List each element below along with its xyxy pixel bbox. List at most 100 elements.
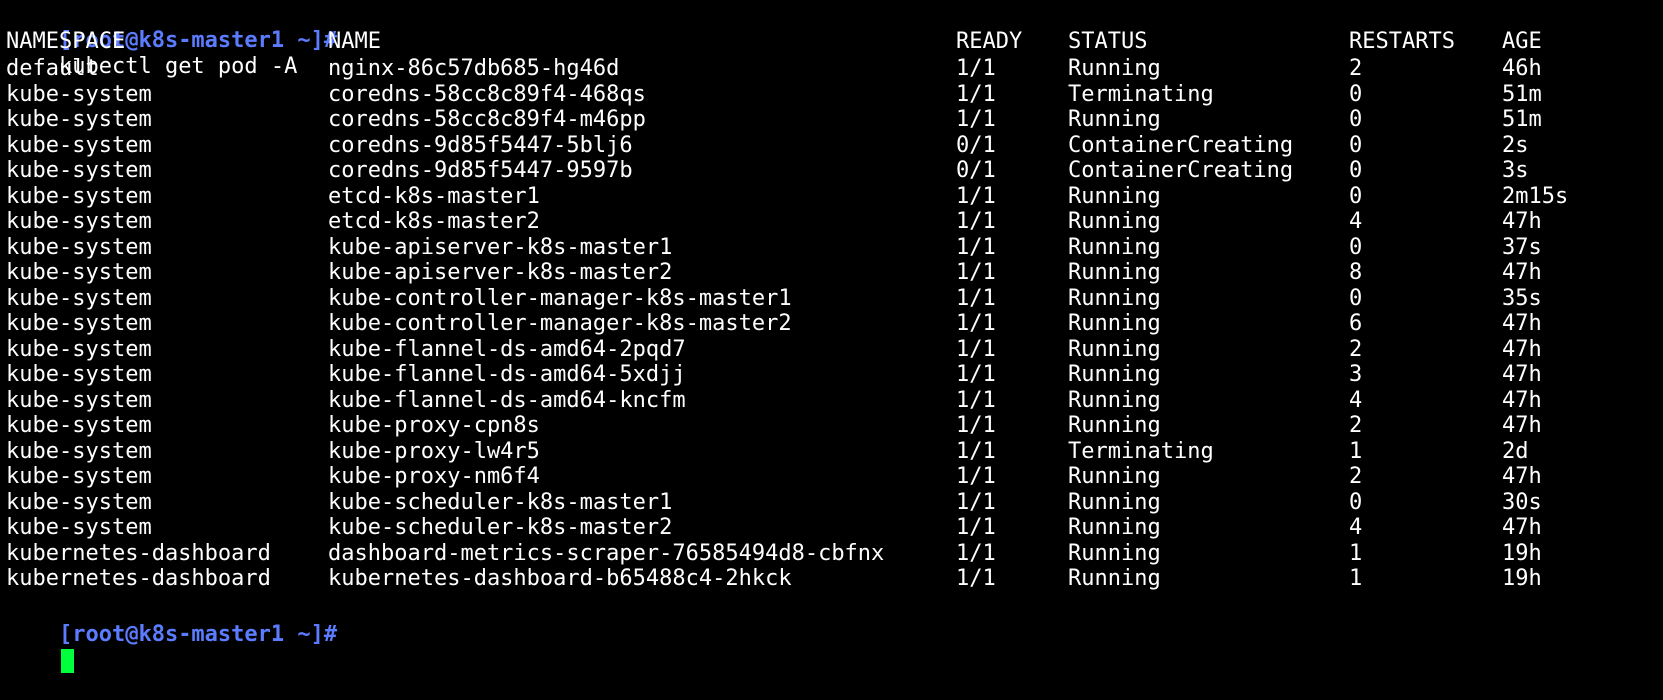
row-status: Terminating — [1068, 81, 1214, 107]
row-pod-name: kubernetes-dashboard-b65488c4-2hkck — [328, 566, 792, 591]
row-restarts: 4 — [1349, 387, 1363, 413]
row-status: Running — [1068, 515, 1161, 540]
row-ready: 1/1 — [956, 540, 996, 566]
table-row: kube-system kube-scheduler-k8s-master1 1/1… — [6, 490, 1656, 516]
table-row: kube-system kube-proxy-cpn8s 1/1 Running 2 47… — [6, 413, 1656, 439]
row-age: 2s — [1502, 132, 1529, 158]
table-row: kube-system etcd-k8s-master1 1/1 Running 0 2m… — [6, 184, 1656, 210]
row-age: 47h — [1502, 311, 1542, 336]
row-namespace: kube-system — [6, 362, 152, 387]
row-status: ContainerCreating — [1068, 132, 1294, 158]
row-status: Running — [1068, 489, 1161, 515]
row-status: Running — [1068, 566, 1161, 591]
table-header: NAMESPACE NAME READY STATUS RESTARTS AGE — [6, 29, 1656, 55]
row-ready: 1/1 — [956, 209, 996, 234]
row-age: 19h — [1502, 540, 1542, 566]
row-namespace: kube-system — [6, 387, 152, 413]
row-namespace: kubernetes-dashboard — [6, 566, 271, 591]
row-age: 47h — [1502, 209, 1542, 234]
header-age: AGE — [1502, 29, 1542, 54]
row-ready: 1/1 — [956, 489, 996, 515]
row-age: 35s — [1502, 285, 1542, 311]
row-ready: 1/1 — [956, 260, 996, 285]
row-status: Running — [1068, 311, 1161, 336]
row-age: 47h — [1502, 260, 1542, 285]
row-age: 2d — [1502, 438, 1529, 464]
row-pod-name: kube-controller-manager-k8s-master1 — [328, 285, 792, 311]
row-namespace: kube-system — [6, 234, 152, 260]
row-namespace: kube-system — [6, 515, 152, 540]
table-row: kube-system coredns-9d85f5447-9597b 0/1 Con… — [6, 158, 1656, 184]
shell-prompt: [root@k8s-master1 ~]# — [58, 621, 338, 647]
row-pod-name: kube-proxy-lw4r5 — [328, 438, 540, 464]
row-age: 47h — [1502, 413, 1542, 438]
row-namespace: kube-system — [6, 183, 152, 209]
row-status: Running — [1068, 56, 1161, 81]
row-restarts: 1 — [1349, 540, 1363, 566]
table-row: default nginx-86c57db685-hg46d 1/1 Running 2… — [6, 56, 1656, 82]
row-pod-name: dashboard-metrics-scraper-76585494d8-cbf… — [328, 540, 885, 566]
row-pod-name: coredns-9d85f5447-9597b — [328, 158, 633, 183]
row-pod-name: kube-flannel-ds-amd64-kncfm — [328, 387, 686, 413]
row-restarts: 2 — [1349, 464, 1363, 489]
row-age: 47h — [1502, 464, 1542, 489]
row-age: 51m — [1502, 107, 1542, 132]
table-row: kube-system kube-controller-manager-k8s-m… — [6, 311, 1656, 337]
table-row: kube-system kube-proxy-nm6f4 1/1 Running 2 47… — [6, 464, 1656, 490]
row-age: 47h — [1502, 362, 1542, 387]
row-status: Running — [1068, 209, 1161, 234]
row-pod-name: kube-scheduler-k8s-master1 — [328, 489, 673, 515]
terminal-window[interactable]: [root@k8s-master1 ~]# kubectl get pod -A… — [0, 0, 1663, 673]
row-namespace: kube-system — [6, 489, 152, 515]
row-ready: 1/1 — [956, 515, 996, 540]
row-namespace: kube-system — [6, 438, 152, 464]
row-ready: 1/1 — [956, 107, 996, 132]
row-restarts: 1 — [1349, 566, 1363, 591]
table-row: kube-system kube-flannel-ds-amd64-5xdjj 1/… — [6, 362, 1656, 388]
row-namespace: kube-system — [6, 413, 152, 438]
row-pod-name: kube-apiserver-k8s-master1 — [328, 234, 673, 260]
final-command-line[interactable]: [root@k8s-master1 ~]# — [6, 596, 337, 673]
table-row: kube-system kube-flannel-ds-amd64-2pqd7 1/… — [6, 337, 1656, 363]
row-restarts: 0 — [1349, 489, 1363, 515]
row-pod-name: kube-flannel-ds-amd64-5xdjj — [328, 362, 686, 387]
row-namespace: default — [6, 56, 99, 81]
row-restarts: 4 — [1349, 515, 1363, 540]
row-status: Running — [1068, 285, 1161, 311]
row-ready: 1/1 — [956, 336, 996, 362]
table-row: kube-system coredns-58cc8c89f4-468qs 1/1 Te… — [6, 82, 1656, 108]
table-row: kube-system coredns-58cc8c89f4-m46pp 1/1 Ru… — [6, 107, 1656, 133]
row-age: 47h — [1502, 336, 1542, 362]
row-namespace: kube-system — [6, 311, 152, 336]
row-status: Running — [1068, 234, 1161, 260]
row-status: Running — [1068, 413, 1161, 438]
row-pod-name: etcd-k8s-master2 — [328, 209, 540, 234]
row-pod-name: etcd-k8s-master1 — [328, 183, 540, 209]
row-restarts: 4 — [1349, 209, 1363, 234]
row-ready: 1/1 — [956, 438, 996, 464]
row-restarts: 0 — [1349, 183, 1363, 209]
row-age: 47h — [1502, 515, 1542, 540]
row-ready: 0/1 — [956, 132, 996, 158]
row-restarts: 2 — [1349, 336, 1363, 362]
row-restarts: 0 — [1349, 158, 1363, 183]
row-ready: 1/1 — [956, 362, 996, 387]
row-restarts: 0 — [1349, 234, 1363, 260]
row-pod-name: coredns-58cc8c89f4-m46pp — [328, 107, 646, 132]
row-age: 2m15s — [1502, 183, 1569, 209]
row-restarts: 6 — [1349, 311, 1363, 336]
row-ready: 1/1 — [956, 566, 996, 591]
row-restarts: 2 — [1349, 56, 1363, 81]
row-namespace: kube-system — [6, 285, 152, 311]
table-row: kube-system kube-apiserver-k8s-master1 1/1… — [6, 235, 1656, 261]
row-restarts: 0 — [1349, 132, 1363, 158]
row-pod-name: kube-flannel-ds-amd64-2pqd7 — [328, 336, 686, 362]
table-row: kube-system coredns-9d85f5447-5blj6 0/1 Con… — [6, 133, 1656, 159]
row-ready: 1/1 — [956, 81, 996, 107]
row-restarts: 0 — [1349, 285, 1363, 311]
table-row: kube-system kube-scheduler-k8s-master2 1/1… — [6, 515, 1656, 541]
row-status: Terminating — [1068, 438, 1214, 464]
row-restarts: 0 — [1349, 81, 1363, 107]
table-row: kube-system etcd-k8s-master2 1/1 Running 4 47… — [6, 209, 1656, 235]
header-name: NAME — [328, 29, 381, 54]
